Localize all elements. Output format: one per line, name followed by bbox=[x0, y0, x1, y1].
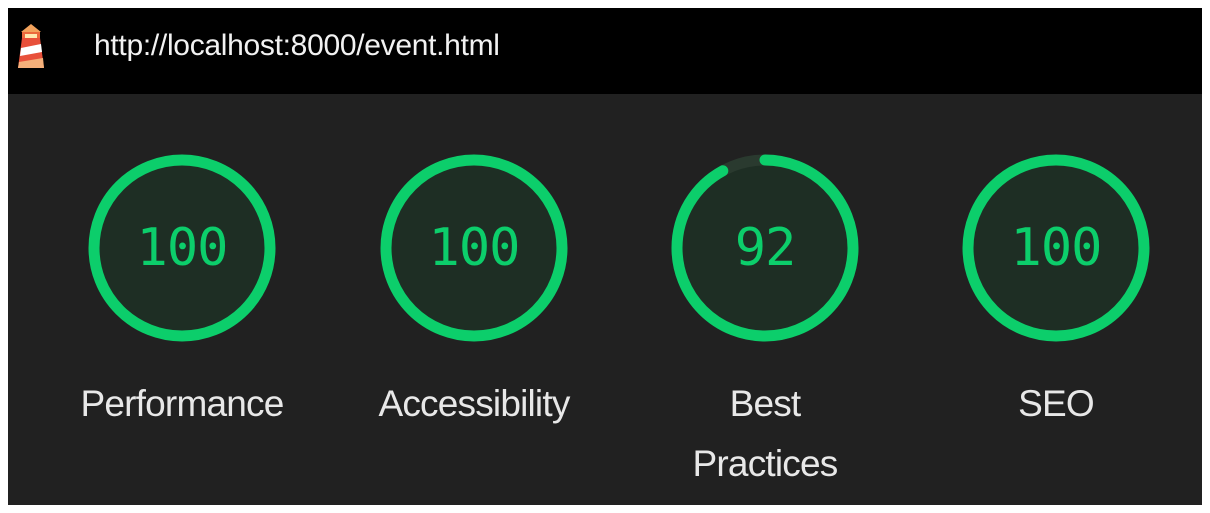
category-label: Accessibility bbox=[378, 383, 570, 424]
label-best-practices: Best Practices bbox=[625, 374, 905, 494]
category-label: Performance bbox=[80, 383, 284, 424]
score-value: 92 bbox=[734, 218, 797, 278]
report-header: http://localhost:8000/event.html bbox=[8, 8, 1202, 94]
score-value: 100 bbox=[136, 218, 229, 278]
report-url[interactable]: http://localhost:8000/event.html bbox=[94, 27, 500, 65]
label-seo: SEO bbox=[916, 374, 1196, 434]
label-performance: Performance bbox=[42, 374, 322, 434]
lighthouse-icon bbox=[18, 24, 44, 68]
category-label-line2: Practices bbox=[692, 443, 839, 484]
label-accessibility: Accessibility bbox=[334, 374, 614, 434]
lighthouse-report: http://localhost:8000/event.html 100 Per… bbox=[8, 8, 1202, 505]
category-label: SEO bbox=[1018, 383, 1095, 424]
gauge-seo[interactable]: 100 bbox=[956, 148, 1156, 348]
score-value: 100 bbox=[1010, 218, 1103, 278]
gauge-accessibility[interactable]: 100 bbox=[374, 148, 574, 348]
score-value: 100 bbox=[428, 218, 521, 278]
gauge-best-practices[interactable]: 92 bbox=[665, 148, 865, 348]
category-label-line1: Best bbox=[729, 383, 802, 424]
gauge-performance[interactable]: 100 bbox=[82, 148, 282, 348]
